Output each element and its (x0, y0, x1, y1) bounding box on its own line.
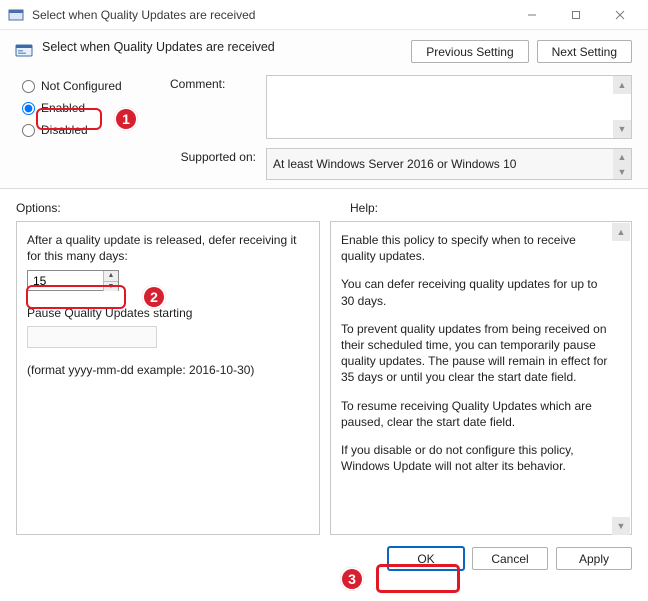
previous-setting-button[interactable]: Previous Setting (411, 40, 528, 63)
help-paragraph: If you disable or do not configure this … (341, 442, 609, 474)
options-panel: After a quality update is released, defe… (16, 221, 320, 535)
policy-window-icon (8, 7, 24, 23)
radio-enabled[interactable]: Enabled (22, 97, 164, 119)
close-button[interactable] (598, 0, 642, 30)
scroll-down-icon[interactable]: ▼ (612, 517, 630, 535)
scroll-down-icon[interactable]: ▼ (613, 120, 631, 138)
radio-enabled-input[interactable] (22, 102, 35, 115)
help-paragraph: Enable this policy to specify when to re… (341, 232, 609, 264)
radio-not-configured[interactable]: Not Configured (22, 75, 164, 97)
policy-title: Select when Quality Updates are received (42, 40, 411, 54)
defer-days-label: After a quality update is released, defe… (27, 232, 309, 264)
help-paragraph: You can defer receiving quality updates … (341, 276, 609, 308)
help-heading: Help: (350, 201, 632, 215)
supported-scrollbar[interactable]: ▲ ▼ (613, 149, 631, 179)
radio-not-configured-label: Not Configured (41, 79, 122, 93)
next-setting-button[interactable]: Next Setting (537, 40, 632, 63)
radio-disabled[interactable]: Disabled (22, 119, 164, 141)
minimize-button[interactable] (510, 0, 554, 30)
scroll-up-icon[interactable]: ▲ (613, 76, 631, 94)
comment-label: Comment: (170, 75, 260, 91)
help-paragraph: To prevent quality updates from being re… (341, 321, 609, 386)
defer-days-stepper[interactable]: ▲ ▼ (27, 270, 119, 291)
scroll-up-icon[interactable]: ▲ (612, 223, 630, 241)
supported-on-label: Supported on: (170, 142, 260, 180)
apply-button[interactable]: Apply (556, 547, 632, 570)
options-heading: Options: (16, 201, 330, 215)
policy-icon (14, 40, 34, 60)
spin-up-icon[interactable]: ▲ (103, 271, 118, 281)
radio-disabled-input[interactable] (22, 124, 35, 137)
help-paragraph: To resume receiving Quality Updates whic… (341, 398, 609, 430)
help-scrollbar[interactable]: ▲ ▼ (612, 223, 630, 535)
ok-button[interactable]: OK (388, 547, 464, 570)
window-title: Select when Quality Updates are received (32, 8, 510, 22)
cancel-button[interactable]: Cancel (472, 547, 548, 570)
header: Select when Quality Updates are received… (0, 30, 648, 189)
scroll-down-icon[interactable]: ▼ (613, 164, 631, 179)
titlebar: Select when Quality Updates are received (0, 0, 648, 30)
radio-enabled-label: Enabled (41, 101, 85, 115)
pause-start-label: Pause Quality Updates starting (27, 305, 309, 321)
pause-start-input[interactable] (27, 326, 157, 348)
footer: OK Cancel Apply (0, 535, 648, 582)
spin-down-icon[interactable]: ▼ (103, 282, 118, 291)
maximize-button[interactable] (554, 0, 598, 30)
comment-textarea[interactable] (266, 75, 632, 139)
radio-disabled-label: Disabled (41, 123, 88, 137)
comment-scrollbar[interactable]: ▲ ▼ (613, 76, 631, 138)
scroll-up-icon[interactable]: ▲ (613, 149, 631, 164)
supported-on-value: At least Windows Server 2016 or Windows … (266, 148, 632, 180)
help-panel: Enable this policy to specify when to re… (330, 221, 632, 535)
radio-not-configured-input[interactable] (22, 80, 35, 93)
pause-format-hint: (format yyyy-mm-dd example: 2016-10-30) (27, 362, 309, 378)
